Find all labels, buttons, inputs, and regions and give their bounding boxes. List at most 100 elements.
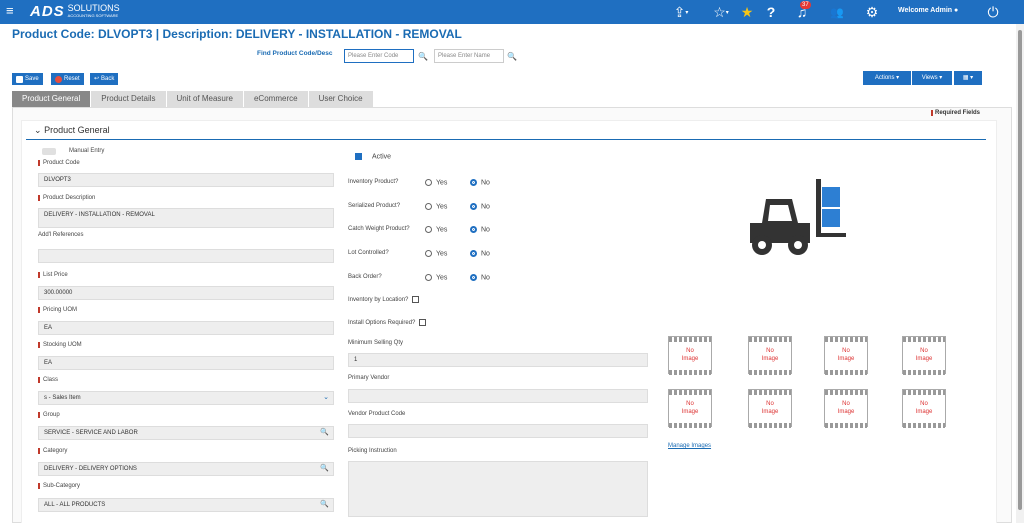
inventory-product-no[interactable]: No xyxy=(470,179,490,186)
find-code-input[interactable]: Please Enter Code xyxy=(344,49,414,63)
help-icon[interactable]: ? xyxy=(762,0,780,24)
notifications-bell-icon[interactable]: ♫ 37 xyxy=(788,0,816,24)
search-code-icon[interactable]: 🔍 xyxy=(418,52,428,61)
category-label: Category xyxy=(38,448,67,454)
picking-instruction-label: Picking Instruction xyxy=(348,448,397,454)
pricing-uom-field[interactable]: EA xyxy=(38,321,334,335)
serialized-product-yes[interactable]: Yes xyxy=(425,203,447,210)
search-name-icon[interactable]: 🔍 xyxy=(507,52,517,61)
tab-bar: Product General Product Details Unit of … xyxy=(12,91,374,107)
page-content: Product Code: DLVOPT3 | Description: DEL… xyxy=(0,24,1016,523)
catch-weight-no[interactable]: No xyxy=(470,226,490,233)
required-fields-note: Required Fields xyxy=(931,110,980,116)
primary-vendor-field[interactable] xyxy=(348,389,648,403)
top-navigation-bar: ≡ ADS SOLUTIONS ACCOUNTING SOFTWARE ⇪ ▾ ☆ ▾… xyxy=(0,0,1024,24)
picking-instruction-field[interactable] xyxy=(348,461,648,517)
views-dropdown[interactable]: Views ▾ xyxy=(912,71,952,85)
tab-user-choice[interactable]: User Choice xyxy=(308,91,373,107)
back-icon: ↩ xyxy=(94,76,100,82)
notification-badge: 37 xyxy=(800,1,811,9)
inventory-product-row: Inventory Product? Yes No xyxy=(348,179,490,187)
category-search-icon[interactable]: 🔍 xyxy=(320,463,329,475)
grid-dropdown[interactable]: ▦ ▾ xyxy=(954,71,982,85)
addl-references-label: Add'l References xyxy=(38,232,84,238)
vendor-product-code-label: Vendor Product Code xyxy=(348,411,406,417)
min-selling-qty-label: Minimum Selling Qty xyxy=(348,340,404,346)
find-product-label: Find Product Code/Desc xyxy=(257,50,333,57)
inventory-by-location-checkbox[interactable] xyxy=(412,296,420,303)
gear-icon[interactable]: ⚙ xyxy=(863,0,881,24)
no-image-thumbnail[interactable]: No Image xyxy=(748,336,792,375)
users-icon[interactable]: 👥 xyxy=(826,0,848,24)
inventory-product-yes[interactable]: Yes xyxy=(425,179,447,186)
manual-entry-toggle[interactable] xyxy=(42,148,56,155)
pricing-uom-label: Pricing UOM xyxy=(38,307,77,313)
power-off-icon[interactable]: ⏻ xyxy=(984,0,1002,24)
reset-icon xyxy=(55,75,62,83)
install-options-checkbox[interactable] xyxy=(419,319,427,326)
chevron-down-icon: ⌄ xyxy=(34,125,42,135)
no-image-thumbnail[interactable]: No Image xyxy=(748,389,792,428)
vendor-product-code-field[interactable] xyxy=(348,424,648,438)
scrollbar-thumb[interactable] xyxy=(1018,30,1022,510)
find-name-input[interactable]: Please Enter Name xyxy=(434,49,504,63)
category-field[interactable]: DELIVERY - DELIVERY OPTIONS 🔍 xyxy=(38,462,334,476)
group-search-icon[interactable]: 🔍 xyxy=(320,427,329,439)
subcategory-field[interactable]: ALL - ALL PRODUCTS 🔍 xyxy=(38,498,334,512)
share-icon[interactable]: ⇪ ▾ xyxy=(668,0,694,24)
no-image-thumbnail[interactable]: No Image xyxy=(902,389,946,428)
tab-ecommerce[interactable]: eCommerce xyxy=(243,91,308,107)
lot-controlled-yes[interactable]: Yes xyxy=(425,250,447,257)
serialized-product-no[interactable]: No xyxy=(470,203,490,210)
section-header[interactable]: ⌄ Product General xyxy=(34,125,110,136)
no-image-thumbnail[interactable]: No Image xyxy=(668,389,712,428)
subcategory-label: Sub-Category xyxy=(38,483,80,489)
back-order-yes[interactable]: Yes xyxy=(425,274,447,281)
inventory-by-location-row: Inventory by Location? xyxy=(348,296,420,303)
no-image-thumbnail[interactable]: No Image xyxy=(824,389,868,428)
lot-controlled-row: Lot Controlled? Yes No xyxy=(348,250,490,258)
save-icon xyxy=(16,75,23,83)
subcategory-search-icon[interactable]: 🔍 xyxy=(320,499,329,511)
reset-button[interactable]: Reset xyxy=(51,73,84,85)
favorites-star-outline-icon[interactable]: ☆ ▾ xyxy=(708,0,734,24)
catch-weight-row: Catch Weight Product? Yes No xyxy=(348,226,490,234)
class-select[interactable]: s - Sales Item ⌄ xyxy=(38,391,334,405)
tab-product-general[interactable]: Product General xyxy=(12,91,91,107)
back-order-no[interactable]: No xyxy=(470,274,490,281)
class-label: Class xyxy=(38,377,58,383)
active-checkbox-row[interactable]: Active xyxy=(355,153,391,160)
tab-unit-of-measure[interactable]: Unit of Measure xyxy=(166,91,243,107)
favorite-star-icon[interactable]: ★ xyxy=(738,0,756,24)
product-description-field[interactable]: DELIVERY - INSTALLATION - REMOVAL xyxy=(38,208,334,228)
manage-images-link[interactable]: Manage Images xyxy=(668,443,711,449)
logo-main-text: ADS xyxy=(30,2,65,20)
tab-product-details[interactable]: Product Details xyxy=(91,91,166,107)
company-logo[interactable]: ADS SOLUTIONS ACCOUNTING SOFTWARE xyxy=(30,2,120,20)
product-code-label: Product Code xyxy=(38,160,80,166)
min-selling-qty-field[interactable]: 1 xyxy=(348,353,648,367)
list-price-label: List Price xyxy=(38,272,68,278)
welcome-user[interactable]: Welcome Admin ● xyxy=(898,7,958,14)
group-field[interactable]: SERVICE - SERVICE AND LABOR 🔍 xyxy=(38,426,334,440)
stocking-uom-label: Stocking UOM xyxy=(38,342,82,348)
product-general-section: ⌄ Product General Manual Entry Product C… xyxy=(21,120,997,523)
install-options-row: Install Options Required? xyxy=(348,319,427,326)
no-image-thumbnail[interactable]: No Image xyxy=(902,336,946,375)
back-button[interactable]: ↩ Back xyxy=(90,73,119,85)
catch-weight-yes[interactable]: Yes xyxy=(425,226,447,233)
manual-entry-label: Manual Entry xyxy=(69,148,105,154)
stocking-uom-field[interactable]: EA xyxy=(38,356,334,370)
user-avatar-icon: ● xyxy=(954,7,959,14)
list-price-field[interactable]: 300.00000 xyxy=(38,286,334,300)
no-image-thumbnail[interactable]: No Image xyxy=(824,336,868,375)
lot-controlled-no[interactable]: No xyxy=(470,250,490,257)
logo-sub-text: SOLUTIONS ACCOUNTING SOFTWARE xyxy=(67,3,120,19)
hamburger-menu-icon[interactable]: ≡ xyxy=(6,3,14,19)
active-checkbox[interactable] xyxy=(355,153,362,160)
addl-references-field[interactable] xyxy=(38,249,334,263)
actions-dropdown[interactable]: Actions ▾ xyxy=(863,71,911,85)
no-image-thumbnail[interactable]: No Image xyxy=(668,336,712,375)
product-code-field[interactable]: DLVOPT3 xyxy=(38,173,334,187)
save-button[interactable]: Save xyxy=(12,73,43,85)
